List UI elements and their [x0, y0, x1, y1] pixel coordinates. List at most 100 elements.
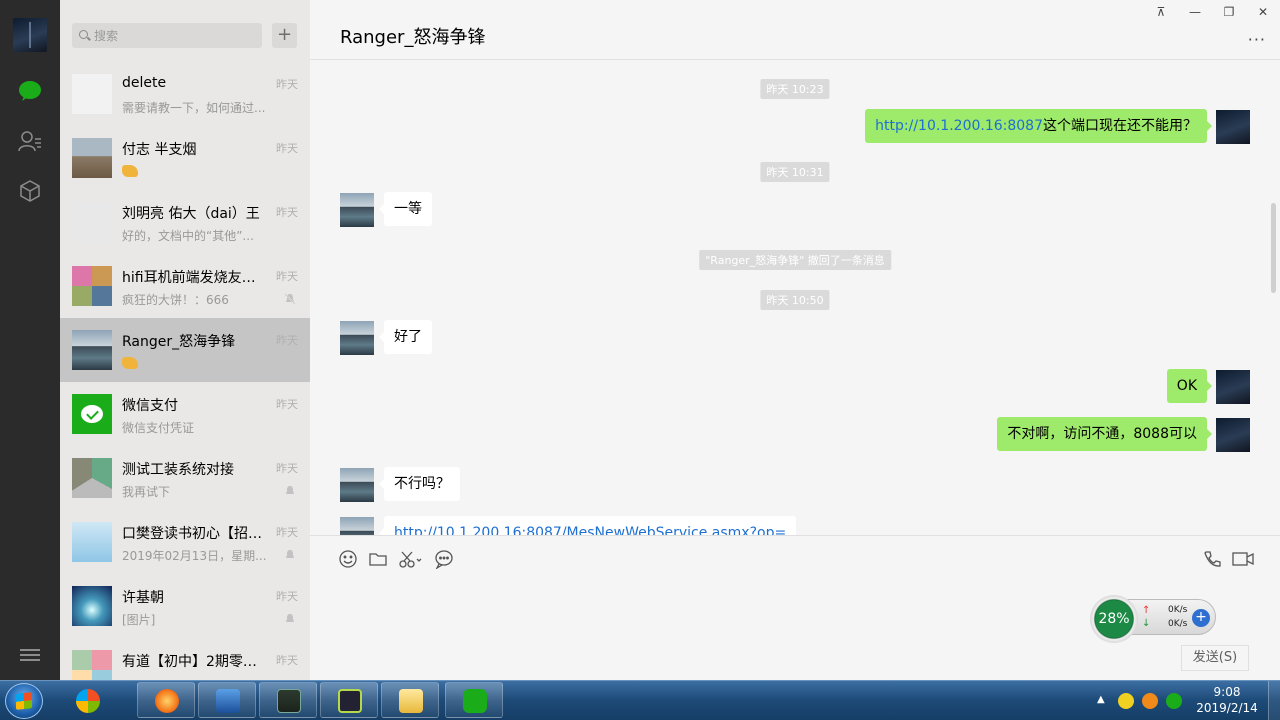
conversation-name: 许基朝	[122, 590, 164, 606]
timestamp: 昨天 10:31	[760, 162, 830, 182]
chat-icon[interactable]	[17, 78, 43, 104]
conversation-snippet	[122, 355, 270, 372]
scrollbar[interactable]	[1271, 203, 1276, 293]
tray-wechat-icon[interactable]	[1166, 693, 1182, 709]
tray-app-icon[interactable]	[1142, 693, 1158, 709]
screenshot-scissors-icon[interactable]	[398, 549, 422, 569]
avatar	[72, 458, 112, 498]
avatar	[72, 522, 112, 562]
conversation-name: delete	[122, 75, 167, 91]
clock[interactable]: 9:08 2019/2/14	[1196, 684, 1258, 716]
conversation-time: 昨天	[276, 462, 298, 475]
conversation-item[interactable]: hifi耳机前端发烧友交... 疯狂的大饼！：666 昨天	[60, 254, 310, 318]
message-bubble-out[interactable]: OK	[1166, 369, 1213, 403]
conversation-snippet: 微信支付凭证	[122, 421, 195, 435]
conversation-time: 昨天	[276, 270, 298, 283]
conversation-item[interactable]: 刘明亮 佑大（dai）王 好的，文档中的“其他”... 昨天	[60, 190, 310, 254]
conversation-name: 微信支付	[122, 398, 178, 414]
message-bubble-out[interactable]: http://10.1.200.16:8087这个端口现在还不能用？	[865, 109, 1212, 143]
taskbar-app-remote-desktop[interactable]	[198, 682, 256, 718]
conversation-snippet: 2019年02月13日，星期...	[122, 549, 267, 563]
maximize-button[interactable]: ❐	[1212, 0, 1246, 24]
conversation-time: 昨天	[276, 206, 298, 219]
message-bubble-in[interactable]: 不行吗？	[379, 467, 460, 501]
video-call-icon[interactable]	[1232, 549, 1254, 569]
conversation-time: 昨天	[276, 142, 298, 155]
tray-expand-icon[interactable]: ▲	[1097, 694, 1105, 705]
boost-button[interactable]: +	[1192, 609, 1210, 627]
taskbar-app-firefox[interactable]	[137, 682, 195, 718]
conversation-name: hifi耳机前端发烧友交...	[122, 270, 262, 286]
conversation-item[interactable]: 测试工装系统对接 我再试下 昨天	[60, 446, 310, 510]
folder-icon[interactable]	[368, 549, 388, 569]
avatar	[72, 650, 112, 680]
taskbar-app-browser[interactable]	[58, 682, 116, 718]
mute-icon	[286, 486, 294, 494]
download-arrow-icon: ↓	[1142, 618, 1151, 629]
conversation-snippet: 需要请教一下，如何通过...	[122, 101, 266, 115]
message-area[interactable]: 昨天 10:23 http://10.1.200.16:8087这个端口现在还不…	[310, 60, 1280, 535]
message-bubble-in[interactable]: 一等	[379, 192, 432, 226]
close-button[interactable]: ✕	[1246, 0, 1280, 24]
taskbar-app-monitor[interactable]	[259, 682, 317, 718]
clock-time: 9:08	[1213, 685, 1241, 699]
message-bubble-out[interactable]: 不对啊，访问不通，8088可以	[997, 417, 1212, 451]
contacts-icon[interactable]	[17, 128, 43, 154]
tray-app-icon[interactable]	[1118, 693, 1134, 709]
avatar[interactable]	[1216, 418, 1250, 452]
recall-notice: "Ranger_怒海争锋" 撤回了一条消息	[699, 250, 891, 270]
mute-icon	[286, 550, 294, 558]
conversation-item[interactable]: 付志 半支烟 昨天	[60, 126, 310, 190]
voice-call-icon[interactable]	[1202, 549, 1222, 569]
avatar[interactable]	[340, 517, 374, 535]
conversation-name: 有道【初中】2期零基...	[122, 654, 262, 670]
emoji-icon	[122, 165, 138, 177]
conversation-item-active[interactable]: Ranger_怒海争锋 昨天	[60, 318, 310, 382]
taskbar-app-wechat[interactable]	[445, 682, 503, 718]
timestamp: 昨天 10:50	[760, 290, 830, 310]
pin-button[interactable]: ⊼	[1144, 0, 1178, 24]
conversation-item[interactable]: 微信支付 微信支付凭证 昨天	[60, 382, 310, 446]
message-link[interactable]: http://10.1.200.16:8087	[875, 118, 1043, 134]
network-monitor-widget[interactable]: 28% ↑ ↓ 0K/s 0K/s +	[1090, 595, 1218, 643]
upload-arrow-icon: ↑	[1142, 605, 1151, 616]
collections-icon[interactable]	[17, 178, 43, 204]
more-options-button[interactable]: ···	[1248, 30, 1266, 49]
add-chat-button[interactable]: +	[272, 23, 297, 48]
conversation-item[interactable]: 许基朝 [图片] 昨天	[60, 574, 310, 638]
avatar[interactable]	[1216, 370, 1250, 404]
conversation-item[interactable]: 有道【初中】2期零基... 昨天	[60, 638, 310, 680]
taskbar-app-explorer[interactable]	[381, 682, 439, 718]
conversation-time: 昨天	[276, 654, 298, 667]
avatar[interactable]	[340, 193, 374, 227]
minimize-button[interactable]: —	[1178, 0, 1212, 24]
conversation-snippet: 好的，文档中的“其他”...	[122, 229, 254, 243]
conversation-name: 刘明亮 佑大（dai）王	[122, 206, 260, 222]
menu-icon[interactable]	[20, 646, 40, 664]
avatar[interactable]	[1216, 110, 1250, 144]
conversation-time: 昨天	[276, 526, 298, 539]
conversation-time: 昨天	[276, 398, 298, 411]
avatar	[72, 74, 112, 114]
chat-history-icon[interactable]	[434, 549, 454, 569]
my-avatar[interactable]	[13, 18, 47, 52]
avatar[interactable]	[340, 321, 374, 355]
conversation-list: + delete 需要请教一下，如何通过... 昨天 付志 半支烟 昨天 刘明亮…	[60, 0, 310, 680]
send-button[interactable]: 发送(S)	[1181, 645, 1249, 671]
conversation-item[interactable]: 口樊登读书初心【招 ... 2019年02月13日，星期... 昨天	[60, 510, 310, 574]
message-link[interactable]: http://10.1.200.16:8087/MesNewWebService…	[394, 525, 786, 535]
message-bubble-in[interactable]: http://10.1.200.16:8087/MesNewWebService…	[378, 516, 797, 535]
conversation-time: 昨天	[276, 334, 298, 347]
start-button[interactable]	[5, 683, 43, 719]
search-box[interactable]	[72, 23, 262, 48]
avatar[interactable]	[340, 468, 374, 502]
message-bubble-in[interactable]: 好了	[379, 320, 432, 354]
emoji-icon[interactable]	[338, 549, 358, 569]
memory-usage-gauge[interactable]: 28%	[1090, 595, 1138, 643]
chat-title: Ranger_怒海争锋	[340, 27, 486, 48]
conversation-snippet	[122, 163, 270, 180]
taskbar-app-terminal[interactable]	[320, 682, 378, 718]
conversation-item[interactable]: delete 需要请教一下，如何通过... 昨天	[60, 62, 310, 126]
search-input[interactable]	[94, 23, 254, 48]
show-desktop-button[interactable]	[1268, 681, 1280, 720]
